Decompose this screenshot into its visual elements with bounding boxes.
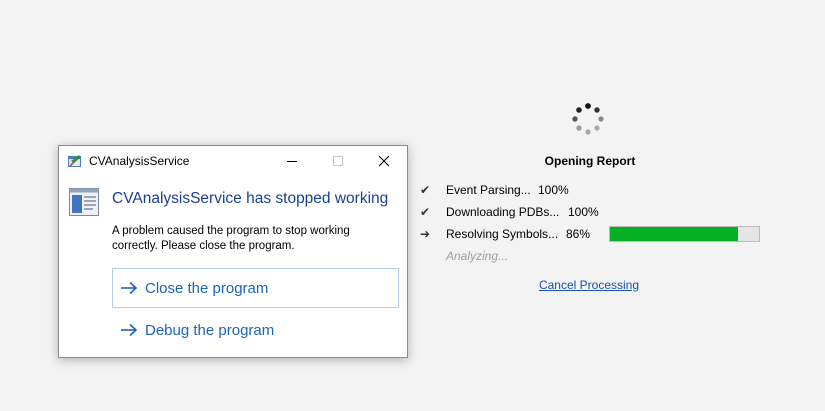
maximize-button[interactable] (315, 146, 361, 176)
check-icon: ✔ (420, 183, 431, 197)
dialog-headline: CVAnalysisService has stopped working (112, 190, 389, 207)
progress-fill (610, 227, 739, 241)
step-label: Downloading PDBs... (446, 205, 560, 219)
minimize-icon (287, 161, 297, 162)
step-label: Resolving Symbols... (446, 227, 559, 241)
close-program-button[interactable]: Close the program (112, 268, 399, 308)
dialog-message: A problem caused the program to stop wor… (112, 225, 350, 252)
arrow-right-icon (121, 323, 138, 337)
cancel-processing-link[interactable]: Cancel Processing (500, 278, 678, 292)
arrow-right-icon (121, 281, 138, 295)
loading-spinner-icon (572, 103, 604, 135)
error-dialog: CVAnalysisService CVAnalysisService has … (58, 145, 408, 358)
step-percent: 100% (538, 183, 569, 197)
maximize-icon (333, 156, 343, 166)
arrow-right-icon: ➔ (420, 227, 431, 241)
app-icon (68, 155, 81, 167)
report-title: Opening Report (544, 154, 636, 168)
program-window-icon (69, 188, 99, 216)
analyzing-status: Analyzing... (446, 249, 509, 263)
close-icon (378, 155, 390, 167)
debug-program-button[interactable]: Debug the program (112, 310, 399, 350)
close-program-label: Close the program (145, 279, 269, 297)
close-window-button[interactable] (361, 146, 407, 176)
step-percent: 100% (568, 205, 599, 219)
step-percent: 86% (566, 227, 591, 241)
debug-program-label: Debug the program (145, 321, 275, 339)
symbols-progress-bar (609, 226, 760, 242)
check-icon: ✔ (420, 205, 431, 219)
dialog-title: CVAnalysisService (89, 154, 190, 168)
dialog-titlebar[interactable]: CVAnalysisService (59, 146, 407, 176)
minimize-button[interactable] (269, 146, 315, 176)
step-label: Event Parsing... (446, 183, 531, 197)
